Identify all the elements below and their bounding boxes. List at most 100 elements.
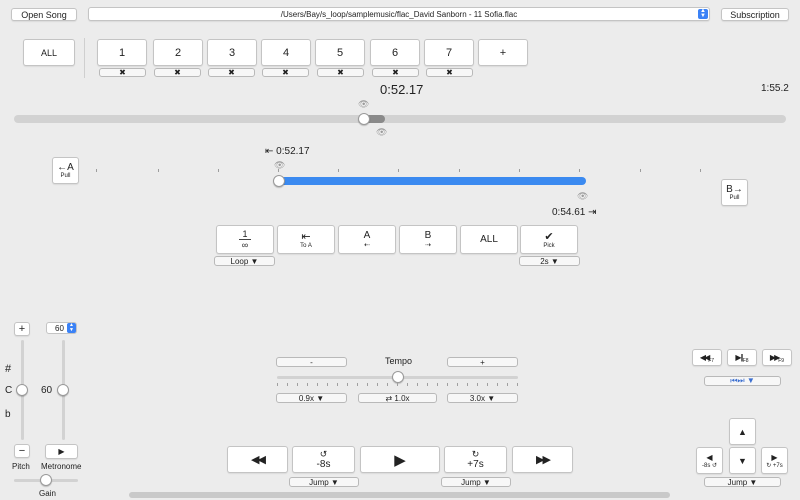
- set-a-button[interactable]: A ⇠: [338, 225, 396, 254]
- tempo-reset-button[interactable]: ⇄ 1.0x: [358, 393, 437, 403]
- add-section-button[interactable]: +: [478, 39, 528, 66]
- jump-forward-label: +7s: [467, 459, 484, 470]
- dpad-jump-dropdown[interactable]: Jump ▼: [704, 477, 781, 487]
- media-prev-icon: ◀◀: [699, 353, 710, 362]
- section-2-button[interactable]: 2: [153, 39, 203, 66]
- horizontal-scrollbar[interactable]: [129, 492, 670, 498]
- remove-section-7-button[interactable]: ✖: [426, 68, 473, 77]
- jump-back-label: -8s: [316, 459, 331, 470]
- select-stepper-icon: ▲ ▼: [698, 8, 708, 19]
- loop-range-bar[interactable]: [276, 177, 586, 185]
- remove-section-5-button[interactable]: ✖: [317, 68, 364, 77]
- section-1-label: 1: [118, 46, 126, 59]
- plus-icon: +: [18, 323, 26, 335]
- tempo-max-dropdown[interactable]: 3.0x ▼: [447, 393, 518, 403]
- arrow-left-icon: ◀: [706, 452, 713, 462]
- jump-back-dropdown-value: Jump ▼: [309, 477, 339, 487]
- pick-duration-dropdown[interactable]: 2s ▼: [519, 256, 580, 266]
- dpad-left-button[interactable]: ◀ -8s ↺: [696, 447, 723, 474]
- song-progress-track[interactable]: [14, 115, 786, 123]
- section-3-button[interactable]: 3: [207, 39, 257, 66]
- loop-ruler-tick: [338, 169, 339, 172]
- pitch-up-button[interactable]: +: [14, 322, 30, 336]
- jump-back-button[interactable]: ↺ -8s: [292, 446, 355, 473]
- gain-slider-handle[interactable]: [40, 474, 52, 486]
- loop-count-button[interactable]: 1 ∞: [216, 225, 274, 254]
- bpm-value: 60: [55, 324, 64, 333]
- play-button[interactable]: ▶: [360, 446, 440, 473]
- dpad-left-label: -8s ↺: [701, 462, 718, 469]
- jump-forward-dropdown[interactable]: Jump ▼: [441, 477, 511, 487]
- tempo-minus-button[interactable]: -: [276, 357, 347, 367]
- add-section-label: +: [499, 46, 507, 59]
- jump-forward-button[interactable]: ↻ +7s: [444, 446, 507, 473]
- remove-section-4-button[interactable]: ✖: [262, 68, 309, 77]
- remove-section-3-button[interactable]: ✖: [208, 68, 255, 77]
- remove-icon: ✖: [446, 68, 453, 77]
- bpm-field[interactable]: 60 ▲ ▼: [46, 322, 77, 334]
- tempo-plus-button[interactable]: +: [447, 357, 518, 367]
- section-6-button[interactable]: 6: [370, 39, 420, 66]
- song-progress-handle[interactable]: [358, 113, 370, 125]
- media-play-pause-key: F8: [742, 357, 749, 364]
- infinity-icon: ∞: [241, 240, 249, 250]
- section-7-button[interactable]: 7: [424, 39, 474, 66]
- metronome-play-button[interactable]: ▶: [45, 444, 78, 459]
- media-next-icon: ▶▶: [769, 353, 780, 362]
- pitch-slider-handle[interactable]: [16, 384, 28, 396]
- sharp-label: #: [5, 363, 12, 375]
- section-all-button[interactable]: ALL: [23, 39, 75, 66]
- section-4-button[interactable]: 4: [261, 39, 311, 66]
- dpad-down-button[interactable]: ▼: [729, 447, 756, 474]
- loop-mode-dropdown[interactable]: Loop ▼: [214, 256, 275, 266]
- loop-ruler-tick: [158, 169, 159, 172]
- metronome-slider-handle[interactable]: [57, 384, 69, 396]
- remove-icon: ✖: [392, 68, 399, 77]
- tempo-tick-row: [277, 383, 518, 386]
- remove-section-2-button[interactable]: ✖: [154, 68, 201, 77]
- rewind-icon: ◀◀: [251, 454, 266, 466]
- loop-all-button[interactable]: ALL: [460, 225, 518, 254]
- media-prev-button[interactable]: ◀◀ F7: [692, 349, 722, 366]
- section-5-button[interactable]: 5: [315, 39, 365, 66]
- to-a-label: To A: [300, 243, 312, 249]
- remove-icon: ✖: [337, 68, 344, 77]
- pitch-down-button[interactable]: −: [14, 444, 30, 458]
- tempo-min-dropdown[interactable]: 0.9x ▼: [276, 393, 347, 403]
- remove-section-6-button[interactable]: ✖: [372, 68, 419, 77]
- pull-b-button[interactable]: B→ Pull: [721, 179, 748, 206]
- remove-section-1-button[interactable]: ✖: [99, 68, 146, 77]
- loop-end-marker-icon: 👁: [577, 191, 589, 201]
- media-keys-dropdown[interactable]: ⏮⏭ ▼: [704, 376, 781, 386]
- pick-button[interactable]: ✔ Pick: [520, 225, 578, 254]
- rewind-button[interactable]: ◀◀: [227, 446, 288, 473]
- flat-label: b: [5, 409, 11, 420]
- open-song-button[interactable]: Open Song: [11, 8, 77, 21]
- tempo-plus-label: +: [480, 357, 485, 367]
- tempo-reset-label: ⇄ 1.0x: [385, 393, 410, 403]
- section-4-label: 4: [282, 46, 290, 59]
- dpad-right-button[interactable]: ▶ ↻ +7s: [761, 447, 788, 474]
- loop-ruler-tick: [96, 169, 97, 172]
- natural-label: C: [5, 385, 13, 396]
- tempo-slider-handle[interactable]: [391, 371, 404, 383]
- media-keys-dropdown-value: ⏮⏭ ▼: [730, 376, 755, 385]
- media-next-button[interactable]: ▶▶ F9: [762, 349, 792, 366]
- pull-a-button[interactable]: ←A Pull: [52, 157, 79, 184]
- jump-back-dropdown[interactable]: Jump ▼: [289, 477, 359, 487]
- loop-start-handle[interactable]: [273, 175, 285, 187]
- section-6-label: 6: [391, 46, 399, 59]
- section-5-label: 5: [336, 46, 344, 59]
- section-1-button[interactable]: 1: [97, 39, 147, 66]
- media-play-pause-button[interactable]: ▶|| F8: [727, 349, 757, 366]
- file-path-select[interactable]: /Users/Bay/s_loop/samplemusic/flac_David…: [88, 7, 710, 21]
- to-a-button[interactable]: ⇤ To A: [277, 225, 335, 254]
- subscription-button[interactable]: Subscription: [721, 8, 789, 21]
- loop-ruler-tick: [640, 169, 641, 172]
- set-b-button[interactable]: B ⇢: [399, 225, 457, 254]
- set-b-arrow-icon: ⇢: [425, 242, 431, 249]
- dpad-up-button[interactable]: ▲: [729, 418, 756, 445]
- bpm-stepper-icon[interactable]: ▲ ▼: [67, 323, 76, 333]
- loop-ruler-tick: [218, 169, 219, 172]
- fast-forward-button[interactable]: ▶▶: [512, 446, 573, 473]
